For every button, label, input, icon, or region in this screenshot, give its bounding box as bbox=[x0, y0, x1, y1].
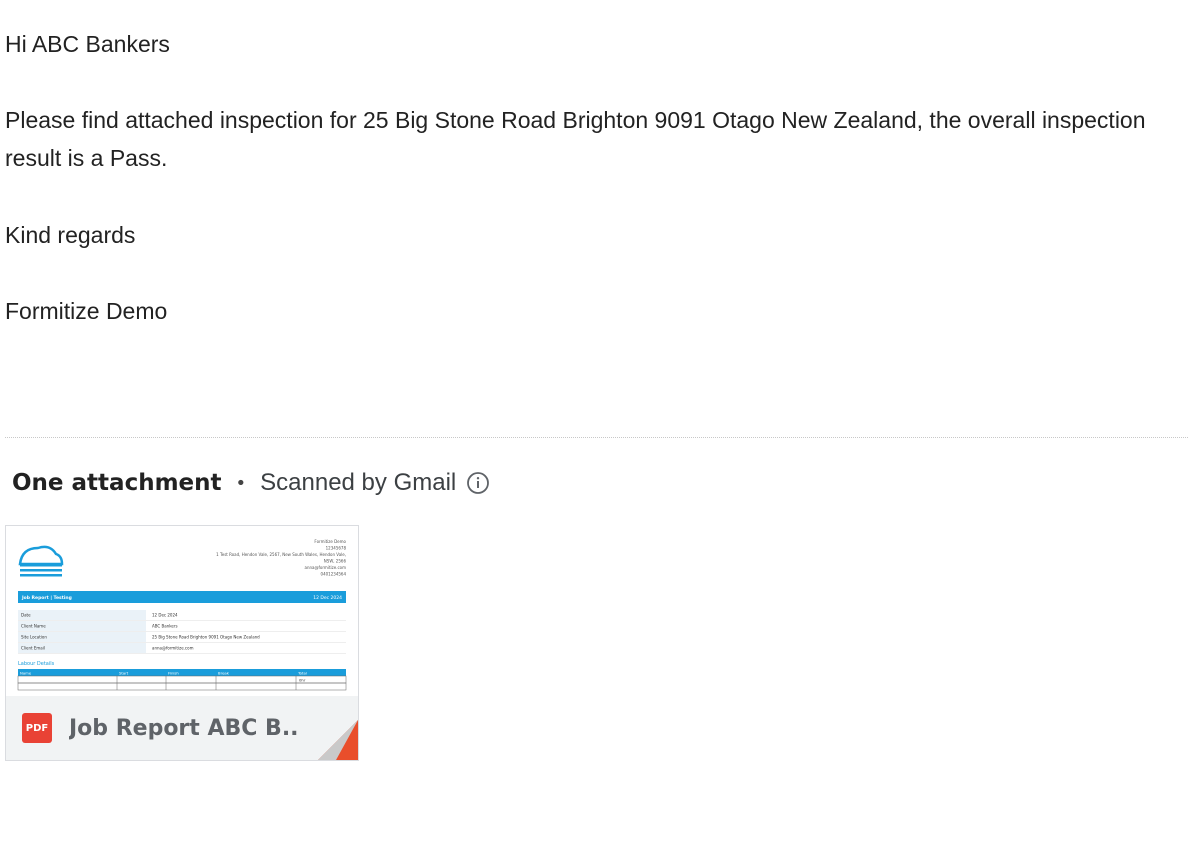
email-closing: Kind regards bbox=[5, 222, 136, 248]
email-signature: Formitize Demo bbox=[5, 298, 168, 324]
report-info-label: Date bbox=[21, 613, 31, 618]
attachment-count: One attachment bbox=[12, 470, 222, 496]
company-info-line: anna@formitize.com bbox=[305, 565, 347, 570]
labour-table-header: Total bbox=[297, 671, 307, 676]
company-info-line: 1 Test Road, Hendon Vale, 2567, New Sout… bbox=[216, 552, 346, 557]
report-band-title: Job Report | Testing bbox=[21, 595, 72, 601]
cloud-logo-icon bbox=[18, 545, 64, 577]
email-greeting: Hi ABC Bankers bbox=[5, 31, 170, 57]
company-info-line: 0401234564 bbox=[321, 572, 347, 577]
report-info-label: Client Email bbox=[21, 646, 45, 651]
report-info-value: 12 Dec 2024 bbox=[152, 613, 178, 618]
company-info-line: Formitize Demo bbox=[314, 539, 346, 544]
attachment-footer[interactable]: PDF Job Report ABC B... bbox=[6, 696, 358, 760]
separator-dot: • bbox=[235, 472, 247, 494]
page-fold-icon bbox=[318, 720, 358, 760]
report-info-label: Client Name bbox=[21, 624, 46, 629]
attachment-file-name[interactable]: Job Report ABC B... bbox=[69, 716, 299, 741]
report-info-value: 25 Big Stone Road Brighton 9091 Otago Ne… bbox=[152, 635, 260, 640]
labour-table-header: Name bbox=[20, 671, 32, 676]
report-info-value: ABC Bankers bbox=[152, 624, 178, 629]
attachments-header: One attachment • Scanned by Gmail bbox=[12, 463, 490, 503]
report-info-value: anna@formitize.com bbox=[152, 646, 194, 651]
attachments-divider bbox=[5, 437, 1188, 438]
labour-total: 0hr bbox=[299, 678, 306, 683]
labour-table-header: Start bbox=[119, 671, 129, 676]
labour-table-header: Finish bbox=[168, 671, 179, 676]
pdf-icon: PDF bbox=[22, 713, 52, 743]
company-info-line: NSW, 2566 bbox=[324, 559, 347, 564]
attachment-card[interactable]: Formitize Demo 12345678 1 Test Road, Hendo… bbox=[5, 525, 359, 761]
report-band-date: 12 Dec 2024 bbox=[313, 595, 342, 601]
company-info: Formitize Demo 123456781 Test Road, Hendo… bbox=[216, 539, 346, 577]
scanned-by-gmail-label: Scanned by Gmail bbox=[260, 469, 457, 496]
email-message: Please find attached inspection for 25 B… bbox=[5, 107, 1146, 171]
labour-table-header: Break bbox=[218, 671, 230, 676]
report-info-rows: Date 12 Dec 2024 Client Name ABC Bankers Sit… bbox=[18, 610, 346, 654]
company-info-line: 12345678 bbox=[326, 546, 347, 551]
pdf-thumbnail[interactable]: Formitize Demo 12345678 1 Test Road, Hendo… bbox=[6, 526, 358, 696]
report-info-label: Site Location bbox=[21, 635, 47, 640]
labour-details-title: Labour Details bbox=[18, 661, 55, 667]
info-icon[interactable] bbox=[466, 471, 490, 495]
